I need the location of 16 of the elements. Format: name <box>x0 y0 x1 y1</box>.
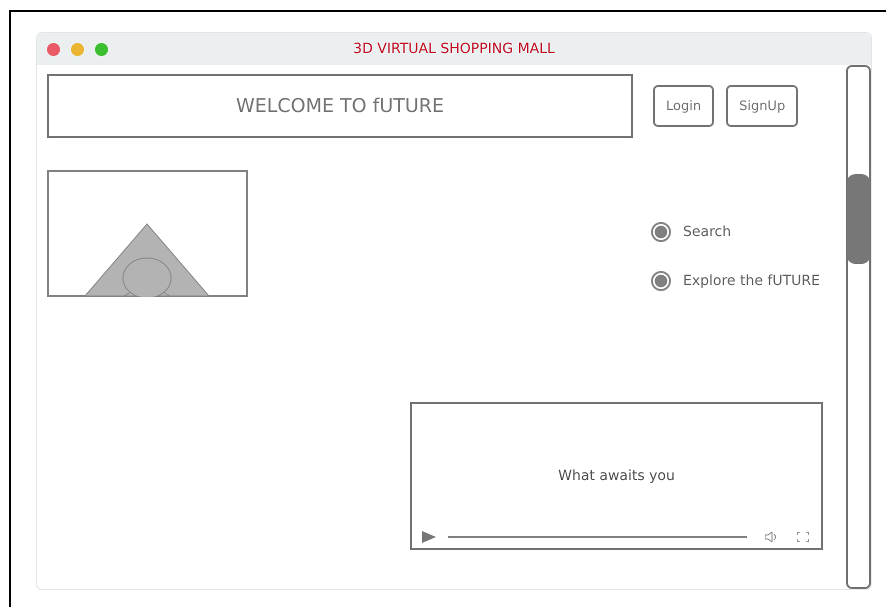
fullscreen-icon[interactable] <box>797 532 809 542</box>
option-label: Search <box>683 224 732 240</box>
scrollbar-thumb[interactable] <box>846 174 871 264</box>
header-button[interactable]: SignUp <box>726 85 798 127</box>
maximize-icon[interactable] <box>95 42 108 56</box>
welcome-banner: WELCOME TO fUTURE <box>47 74 633 138</box>
volume-icon[interactable] <box>765 532 779 542</box>
window-title: 3D VIRTUAL SHOPPING MALL <box>353 41 555 57</box>
close-icon[interactable] <box>47 42 60 56</box>
option-label: Explore the fUTURE <box>683 273 820 289</box>
play-icon[interactable] <box>422 531 436 543</box>
video-caption: What awaits you <box>558 468 675 484</box>
header-button[interactable]: Login <box>653 85 714 127</box>
radio-button[interactable] <box>651 222 671 242</box>
scrollbar[interactable] <box>846 65 871 589</box>
radio-button[interactable] <box>651 271 671 291</box>
